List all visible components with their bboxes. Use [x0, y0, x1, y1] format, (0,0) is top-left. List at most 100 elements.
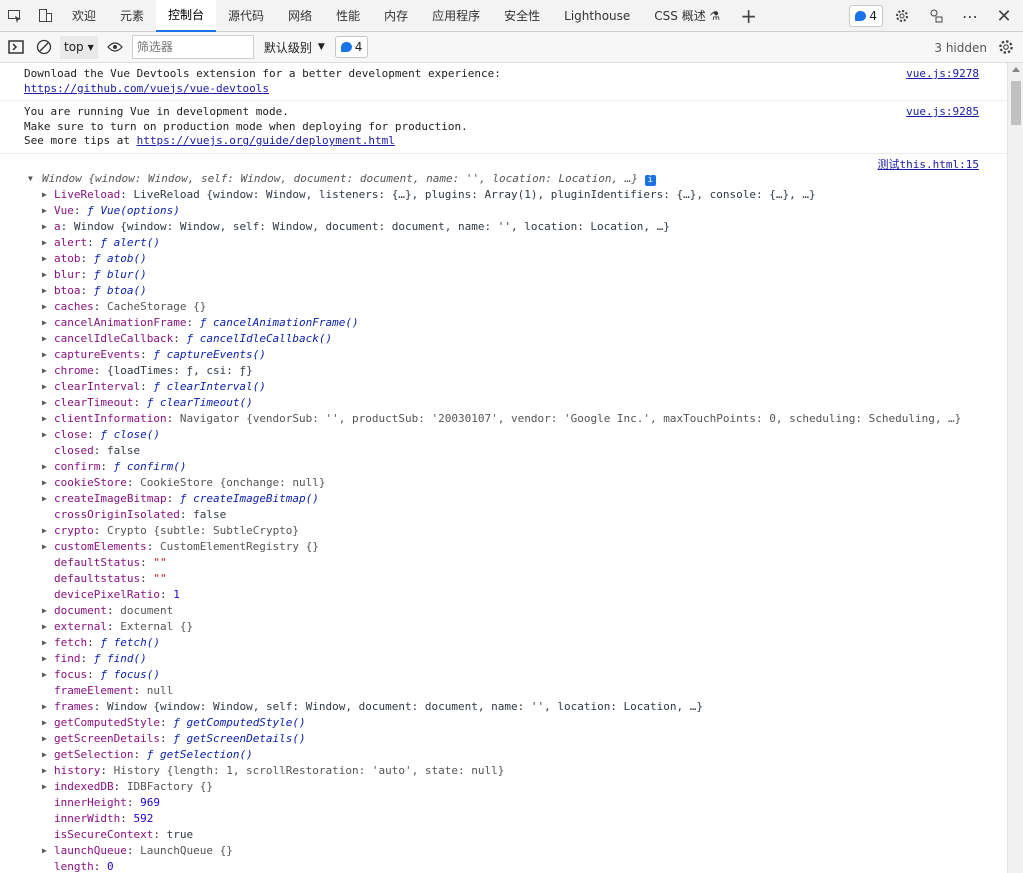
property-row[interactable]: ▶ chrome: {loadTimes: ƒ, csi: ƒ}	[0, 363, 1007, 379]
expand-triangle-icon[interactable]: ▶	[42, 491, 52, 507]
property-row[interactable]: ▶ customElements: CustomElementRegistry {…	[0, 539, 1007, 555]
expand-triangle-icon[interactable]: ▶	[42, 235, 52, 251]
expand-triangle-icon[interactable]: ▶	[42, 603, 52, 619]
expand-triangle-icon[interactable]: ▶	[42, 187, 52, 203]
close-icon[interactable]: ✕	[989, 0, 1019, 32]
tab-7[interactable]: 应用程序	[420, 0, 492, 32]
context-selector[interactable]: top ▼	[60, 35, 98, 59]
expand-triangle-icon[interactable]: ▶	[42, 715, 52, 731]
info-icon[interactable]: i	[644, 174, 656, 186]
expand-triangle-icon[interactable]: ▶	[42, 475, 52, 491]
property-row[interactable]: ▶ clientInformation: Navigator {vendorSub…	[0, 411, 1007, 427]
property-row[interactable]: ▶ close: ƒ close()	[0, 427, 1007, 443]
settings-gear-icon[interactable]	[887, 0, 917, 32]
expand-triangle-icon[interactable]: ▶	[42, 523, 52, 539]
customize-icon[interactable]	[921, 0, 951, 32]
property-row[interactable]: ▶ atob: ƒ atob()	[0, 251, 1007, 267]
property-row[interactable]: ▶ createImageBitmap: ƒ createImageBitmap(…	[0, 491, 1007, 507]
property-row[interactable]: ▶ crypto: Crypto {subtle: SubtleCrypto}	[0, 523, 1007, 539]
property-row[interactable]: ▶ caches: CacheStorage {}	[0, 299, 1007, 315]
expand-triangle-icon[interactable]: ▶	[42, 203, 52, 219]
tab-6[interactable]: 内存	[372, 0, 420, 32]
expand-triangle-icon[interactable]: ▶	[42, 747, 52, 763]
expand-triangle-icon[interactable]: ▶	[42, 395, 52, 411]
tab-3[interactable]: 源代码	[216, 0, 276, 32]
device-toolbar-icon[interactable]	[30, 0, 60, 32]
property-row[interactable]: ▶ cancelIdleCallback: ƒ cancelIdleCallbac…	[0, 331, 1007, 347]
expand-triangle-icon[interactable]: ▶	[42, 731, 52, 747]
property-row[interactable]: ▶ clearTimeout: ƒ clearTimeout()	[0, 395, 1007, 411]
property-row[interactable]: ▶ cancelAnimationFrame: ƒ cancelAnimation…	[0, 315, 1007, 331]
expand-triangle-icon[interactable]: ▶	[42, 331, 52, 347]
expand-triangle-icon[interactable]: ▶	[42, 635, 52, 651]
property-row[interactable]: ▶ Vue: ƒ Vue(options)	[0, 203, 1007, 219]
message-source-link[interactable]: vue.js:9285	[906, 105, 979, 120]
property-row[interactable]: ▶ external: External {}	[0, 619, 1007, 635]
clear-console-icon[interactable]	[32, 35, 56, 59]
tab-4[interactable]: 网络	[276, 0, 324, 32]
property-row[interactable]: ▶ indexedDB: IDBFactory {}	[0, 779, 1007, 795]
property-row[interactable]: ▶ fetch: ƒ fetch()	[0, 635, 1007, 651]
expand-triangle-icon[interactable]: ▶	[42, 251, 52, 267]
devtools-link[interactable]: https://github.com/vuejs/vue-devtools	[24, 82, 269, 95]
expand-triangle-icon[interactable]: ▶	[42, 347, 52, 363]
expand-triangle-icon[interactable]: ▶	[42, 283, 52, 299]
expand-triangle-icon[interactable]: ▶	[42, 763, 52, 779]
window-object-header[interactable]: ▼ Window {window: Window, self: Window, …	[0, 171, 1007, 187]
expand-triangle-icon[interactable]: ▶	[42, 267, 52, 283]
property-row[interactable]: ▶ history: History {length: 1, scrollRest…	[0, 763, 1007, 779]
more-tools-plus-icon[interactable]: +	[732, 0, 765, 32]
tab-8[interactable]: 安全性	[492, 0, 552, 32]
tab-1[interactable]: 元素	[108, 0, 156, 32]
property-row[interactable]: ▶ find: ƒ find()	[0, 651, 1007, 667]
deployment-link[interactable]: https://vuejs.org/guide/deployment.html	[137, 134, 395, 147]
property-row[interactable]: ▶ captureEvents: ƒ captureEvents()	[0, 347, 1007, 363]
more-options-icon[interactable]: ⋯	[955, 0, 985, 32]
expand-triangle-icon[interactable]: ▶	[42, 411, 52, 427]
tab-10[interactable]: CSS 概述 ⚗	[642, 0, 732, 32]
live-expression-eye-icon[interactable]	[102, 35, 128, 59]
log-source-link[interactable]: 测试this.html:15	[878, 156, 979, 172]
property-row[interactable]: ▶ btoa: ƒ btoa()	[0, 283, 1007, 299]
property-row[interactable]: ▶ focus: ƒ focus()	[0, 667, 1007, 683]
log-level-dropdown[interactable]: 默认级别 ▼	[258, 39, 331, 56]
expand-triangle-icon[interactable]: ▶	[42, 619, 52, 635]
scroll-up-arrow-icon[interactable]	[1012, 67, 1020, 72]
scrollbar-thumb[interactable]	[1011, 81, 1021, 125]
message-source-link[interactable]: vue.js:9278	[906, 67, 979, 82]
expand-triangle-icon[interactable]: ▶	[42, 219, 52, 235]
property-row[interactable]: ▶ getSelection: ƒ getSelection()	[0, 747, 1007, 763]
expand-triangle-icon[interactable]: ▶	[42, 427, 52, 443]
expand-triangle-icon[interactable]: ▶	[42, 459, 52, 475]
property-row[interactable]: ▶ frames: Window {window: Window, self: W…	[0, 699, 1007, 715]
filter-input[interactable]	[131, 35, 254, 59]
property-row[interactable]: ▶ cookieStore: CookieStore {onchange: nul…	[0, 475, 1007, 491]
issues-count-button[interactable]: 4	[334, 36, 369, 58]
property-row[interactable]: ▶ alert: ƒ alert()	[0, 235, 1007, 251]
property-row[interactable]: ▶ a: Window {window: Window, self: Window…	[0, 219, 1007, 235]
expand-triangle-icon[interactable]: ▶	[42, 651, 52, 667]
expanded-triangle-icon[interactable]: ▼	[28, 171, 33, 187]
expand-triangle-icon[interactable]: ▶	[42, 539, 52, 555]
console-settings-gear-icon[interactable]	[997, 38, 1015, 59]
expand-triangle-icon[interactable]: ▶	[42, 363, 52, 379]
tab-9[interactable]: Lighthouse	[552, 0, 642, 32]
expand-triangle-icon[interactable]: ▶	[42, 699, 52, 715]
vertical-scrollbar[interactable]	[1007, 63, 1023, 873]
tab-5[interactable]: 性能	[324, 0, 372, 32]
property-row[interactable]: ▶ launchQueue: LaunchQueue {}	[0, 843, 1007, 859]
sidebar-toggle-icon[interactable]	[4, 35, 28, 59]
property-row[interactable]: ▶ blur: ƒ blur()	[0, 267, 1007, 283]
expand-triangle-icon[interactable]: ▶	[42, 315, 52, 331]
expand-triangle-icon[interactable]: ▶	[42, 379, 52, 395]
property-row[interactable]: ▶ confirm: ƒ confirm()	[0, 459, 1007, 475]
expand-triangle-icon[interactable]: ▶	[42, 667, 52, 683]
expand-triangle-icon[interactable]: ▶	[42, 779, 52, 795]
issues-badge[interactable]: 4	[849, 5, 883, 27]
property-row[interactable]: ▶ document: document	[0, 603, 1007, 619]
expand-triangle-icon[interactable]: ▶	[42, 299, 52, 315]
property-row[interactable]: ▶ LiveReload: LiveReload {window: Window,…	[0, 187, 1007, 203]
tab-2[interactable]: 控制台	[156, 0, 217, 32]
property-row[interactable]: ▶ getComputedStyle: ƒ getComputedStyle()	[0, 715, 1007, 731]
tab-0[interactable]: 欢迎	[60, 0, 108, 32]
